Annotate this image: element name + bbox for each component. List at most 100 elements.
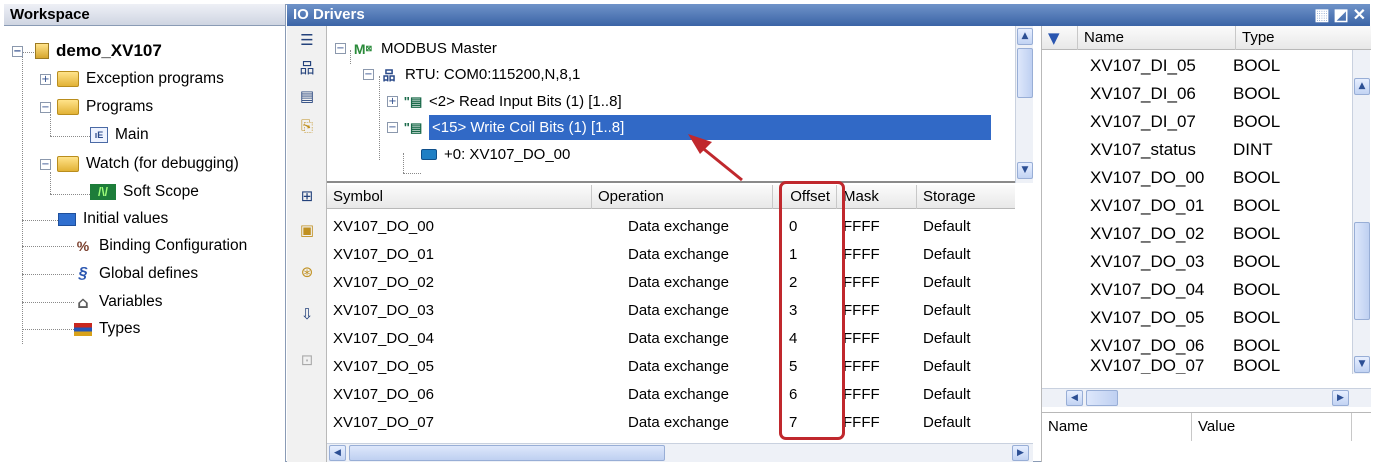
tree-vertical-scrollbar[interactable]: ▲ ▼ [1015, 26, 1033, 183]
table-horizontal-scrollbar[interactable]: ◀ ▶ [327, 443, 1033, 462]
collapse-icon[interactable]: − [363, 69, 374, 80]
tree-item-initial-values[interactable]: Initial values [58, 206, 168, 232]
types-icon [74, 322, 92, 336]
scroll-down-icon[interactable]: ▼ [1017, 162, 1033, 179]
scroll-up-icon[interactable]: ▲ [1354, 78, 1370, 95]
connect-icon[interactable]: ⊛ [297, 262, 317, 282]
column-header-watch-name[interactable]: Name [1042, 412, 1192, 441]
column-header-mask[interactable]: Mask [837, 185, 917, 209]
variables-vertical-scrollbar[interactable]: ▲ ▼ [1352, 50, 1370, 374]
cell-operation: Data exchange [628, 413, 729, 431]
variable-row[interactable]: XV107_DO_00 BOOL [1042, 164, 1354, 192]
collapse-icon[interactable]: − [12, 45, 23, 57]
filter-icon[interactable]: ▼ [1042, 26, 1078, 50]
sort-icon[interactable]: ⇩ [297, 304, 317, 324]
cell-mask: FFFF [843, 245, 880, 263]
table-row[interactable]: XV107_DO_00 Data exchange 0 FFFF Default [327, 212, 1015, 240]
cell-operation: Data exchange [628, 245, 729, 263]
tree-item-main[interactable]: ıE Main [90, 122, 149, 148]
variable-row[interactable]: XV107_DI_05 BOOL [1042, 52, 1354, 80]
variable-row[interactable]: XV107_DI_06 BOOL [1042, 80, 1354, 108]
tree-item-soft-scope[interactable]: /\/ Soft Scope [90, 179, 199, 205]
variable-row[interactable]: XV107_DO_01 BOOL [1042, 192, 1354, 220]
cell-name: XV107_DO_04 [1090, 280, 1205, 299]
cell-symbol: XV107_DO_06 [333, 385, 434, 403]
table-row[interactable]: XV107_DO_04 Data exchange 4 FFFF Default [327, 324, 1015, 352]
scroll-down-icon[interactable]: ▼ [1354, 356, 1370, 373]
program-icon: ıE [90, 127, 108, 143]
scroll-left-icon[interactable]: ◀ [1066, 390, 1083, 406]
table-row[interactable]: XV107_DO_05 Data exchange 5 FFFF Default [327, 352, 1015, 380]
cell-storage: Default [923, 301, 971, 319]
column-header-name[interactable]: Name [1078, 26, 1236, 50]
table-row[interactable]: XV107_DO_03 Data exchange 3 FFFF Default [327, 296, 1015, 324]
variable-row[interactable]: XV107_DO_05 BOOL [1042, 304, 1354, 332]
column-header-symbol[interactable]: Symbol [327, 185, 592, 209]
table-row[interactable]: XV107_DO_07 Data exchange 7 FFFF Default [327, 408, 1015, 436]
tree-item-watch[interactable]: − Watch (for debugging) [40, 151, 239, 177]
list-icon[interactable]: ☰ [297, 30, 317, 50]
tile-icon[interactable]: ▦ [1314, 5, 1329, 25]
scroll-left-icon[interactable]: ◀ [329, 445, 346, 461]
tree-item-label: Soft Scope [123, 183, 199, 200]
tree-item-global-defines[interactable]: § Global defines [74, 261, 199, 287]
cell-name: XV107_status [1090, 140, 1196, 159]
column-header-storage[interactable]: Storage [917, 185, 1015, 209]
io-drivers-title: IO Drivers [293, 6, 365, 23]
tree-item-programs[interactable]: − Programs [40, 94, 153, 120]
tree-item-read-input-bits[interactable]: + "▤ <2> Read Input Bits (1) [1..8] [387, 89, 622, 114]
tree-line [403, 173, 421, 174]
variables-horizontal-scrollbar[interactable]: ◀ ▶ [1042, 388, 1371, 407]
scroll-right-icon[interactable]: ▶ [1012, 445, 1029, 461]
workspace-title: Workspace [4, 4, 285, 26]
tree-item-types[interactable]: Types [74, 316, 140, 342]
tree-item-rtu[interactable]: − 品 RTU: COM0:115200,N,8,1 [363, 62, 580, 87]
variable-row[interactable]: XV107_DO_03 BOOL [1042, 248, 1354, 276]
collapse-icon[interactable]: − [40, 158, 51, 170]
cell-type: BOOL [1233, 224, 1281, 243]
scroll-thumb[interactable] [349, 445, 665, 461]
tree-line [22, 220, 58, 221]
tree-item-project[interactable]: − demo_XV107 [12, 38, 162, 64]
table-view-icon[interactable]: ⊞ [297, 186, 317, 206]
collapse-icon[interactable]: − [40, 101, 51, 113]
tree-item-binding[interactable]: % Binding Configuration [74, 233, 247, 259]
close-icon[interactable]: ✕ [1353, 5, 1366, 25]
table-row[interactable]: XV107_DO_06 Data exchange 6 FFFF Default [327, 380, 1015, 408]
cell-name: XV107_DO_05 [1090, 308, 1205, 327]
tree-line [22, 246, 74, 247]
column-header-watch-value[interactable]: Value [1192, 412, 1352, 441]
table-row[interactable]: XV107_DO_01 Data exchange 1 FFFF Default [327, 240, 1015, 268]
edit-table-icon[interactable]: ▣ [297, 220, 317, 240]
insert-item-icon[interactable]: ⎘ [297, 116, 317, 136]
variable-row[interactable]: XV107_DI_07 BOOL [1042, 108, 1354, 136]
column-header-type[interactable]: Type [1236, 26, 1371, 50]
tree-item-exception-programs[interactable]: + Exception programs [40, 66, 224, 92]
scroll-thumb[interactable] [1086, 390, 1118, 406]
tree-item-modbus-master[interactable]: − M ⊠ MODBUS Master [335, 36, 497, 61]
collapse-icon[interactable]: − [335, 43, 346, 54]
tree-item-offset-0[interactable]: +0: XV107_DO_00 [421, 142, 570, 167]
column-header-operation[interactable]: Operation [592, 185, 773, 209]
io-drivers-titlebar: IO Drivers ▦ ◩ ✕ [287, 4, 1370, 26]
table-row[interactable]: XV107_DO_02 Data exchange 2 FFFF Default [327, 268, 1015, 296]
scroll-right-icon[interactable]: ▶ [1332, 390, 1349, 406]
resize-icon[interactable]: ◩ [1333, 5, 1348, 25]
tree-item-label: <2> Read Input Bits (1) [1..8] [429, 93, 622, 110]
variable-row[interactable]: XV107_DO_04 BOOL [1042, 276, 1354, 304]
cell-operation: Data exchange [628, 217, 729, 235]
scroll-thumb[interactable] [1017, 48, 1033, 98]
insert-block-icon[interactable]: ▤ [297, 86, 317, 106]
network-icon[interactable]: 品 [297, 58, 317, 78]
expand-icon[interactable]: + [387, 96, 398, 107]
variable-row[interactable]: XV107_DO_07 BOOL [1042, 356, 1354, 374]
collapse-icon[interactable]: − [387, 122, 398, 133]
tree-item-write-coil-bits[interactable]: − "▤ <15> Write Coil Bits (1) [1..8] [387, 115, 991, 140]
expand-icon[interactable]: + [40, 73, 51, 85]
variable-row[interactable]: XV107_DO_02 BOOL [1042, 220, 1354, 248]
tree-item-variables[interactable]: ⌂ Variables [74, 289, 162, 315]
variable-row[interactable]: XV107_status DINT [1042, 136, 1354, 164]
scroll-up-icon[interactable]: ▲ [1017, 28, 1033, 45]
cell-type: BOOL [1233, 336, 1281, 355]
scroll-thumb[interactable] [1354, 222, 1370, 320]
